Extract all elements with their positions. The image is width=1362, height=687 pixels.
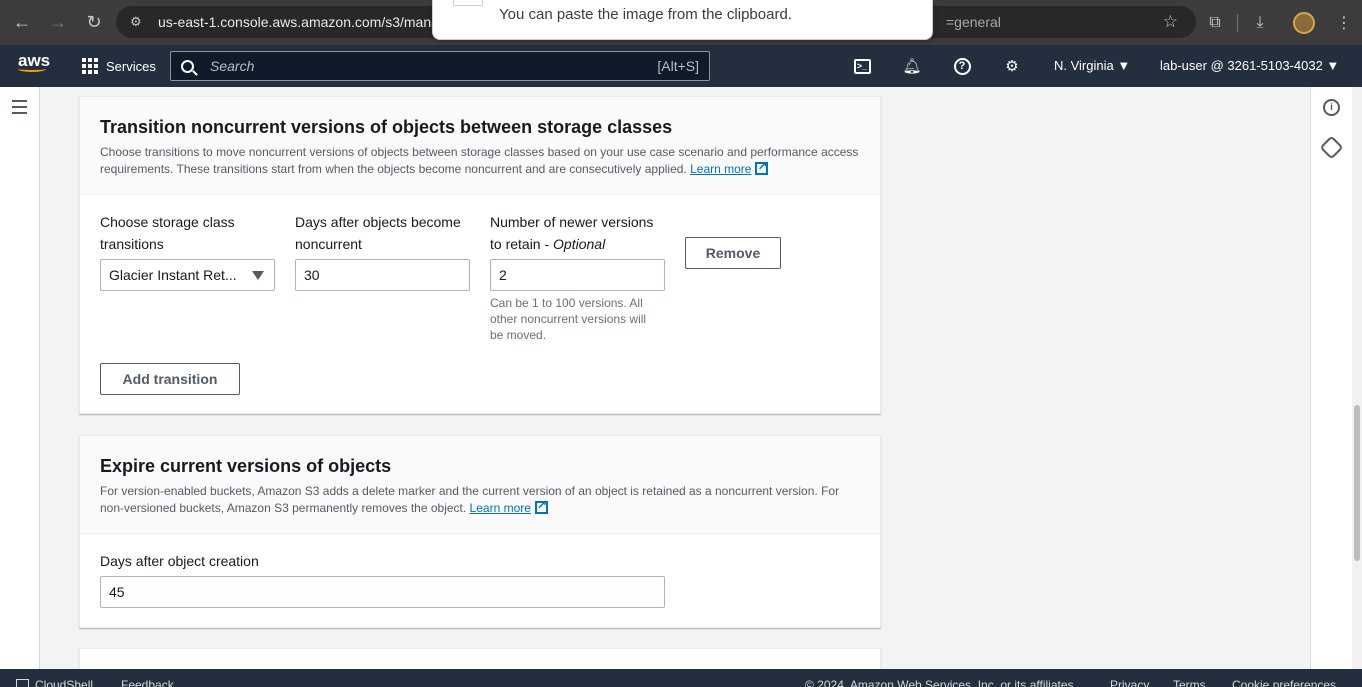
hint-line2: other noncurrent versions will: [490, 312, 647, 326]
back-icon[interactable]: ←: [4, 5, 40, 41]
expire-panel-header: Expire current versions of objects For v…: [80, 436, 880, 534]
transition-noncurrent-panel: Transition noncurrent versions of object…: [79, 96, 881, 414]
days-after-creation-value: 45: [109, 584, 125, 600]
storage-class-value: Glacier Instant Ret...: [109, 267, 237, 283]
extensions-icon[interactable]: ⧉: [1193, 14, 1237, 32]
left-nav-rail: [0, 87, 40, 669]
services-label: Services: [106, 58, 156, 74]
bookmark-star-icon[interactable]: ☆: [1163, 12, 1178, 32]
expire-description-line1: For version-enabled buckets, Amazon S3 a…: [100, 484, 840, 498]
search-input[interactable]: Search [Alt+S]: [170, 51, 710, 81]
search-icon: [181, 59, 194, 73]
external-link-icon: [755, 158, 769, 175]
toast-message: You can paste the image from the clipboa…: [499, 6, 792, 23]
expire-learn-more-link[interactable]: Learn more: [470, 501, 531, 515]
region-selector[interactable]: N. Virginia ▼: [1054, 58, 1130, 73]
privacy-link[interactable]: Privacy: [1110, 678, 1149, 687]
transition-panel-title: Transition noncurrent versions of object…: [100, 117, 673, 137]
right-tools-rail: i: [1310, 87, 1352, 669]
aws-logo[interactable]: aws: [18, 51, 51, 72]
transition-panel-description: Choose transitions to move noncurrent ve…: [100, 144, 860, 177]
aws-top-nav: aws Services Search [Alt+S] >_ 🔔︎ ? ⚙ N.…: [0, 45, 1362, 87]
account-menu[interactable]: lab-user @ 3261-5103-4032 ▼: [1160, 58, 1339, 73]
info-icon[interactable]: i: [1323, 99, 1340, 116]
storage-class-label: Choose storage class transitions: [100, 211, 235, 255]
learn-more-link[interactable]: Learn more: [690, 162, 751, 176]
settings-gear-icon[interactable]: ⚙: [1002, 56, 1022, 76]
hexagon-icon[interactable]: [1319, 135, 1344, 160]
download-icon[interactable]: ⤓: [1238, 14, 1282, 32]
hamburger-menu-icon[interactable]: [12, 100, 27, 118]
days-noncurrent-input[interactable]: 30: [295, 259, 470, 291]
clipboard-thumbnail: [453, 0, 483, 6]
storage-class-label-line2: transitions: [100, 236, 164, 252]
search-shortcut: [Alt+S]: [657, 58, 699, 74]
hint-line3: be moved.: [490, 328, 547, 342]
cookie-preferences-link[interactable]: Cookie preferences: [1232, 678, 1336, 687]
grid-icon: [82, 58, 98, 74]
days-after-creation-label: Days after object creation: [100, 553, 259, 569]
url-text: us-east-1.console.aws.amazon.com/s3/mana: [158, 14, 439, 30]
newer-versions-label-line1: Number of newer versions: [490, 214, 654, 230]
aws-logo-text: aws: [18, 51, 51, 70]
caret-down-icon: [252, 271, 264, 280]
add-transition-button[interactable]: Add transition: [100, 363, 240, 395]
newer-versions-value: 2: [499, 267, 507, 283]
cloudshell-icon[interactable]: >_: [852, 56, 872, 76]
site-info-icon[interactable]: ⚙: [130, 14, 146, 30]
expire-panel-title: Expire current versions of objects: [100, 456, 392, 476]
expire-description-line2: non-versioned buckets, Amazon S3 permane…: [100, 501, 467, 515]
expire-panel-description: For version-enabled buckets, Amazon S3 a…: [100, 483, 860, 516]
search-placeholder: Search: [210, 58, 255, 74]
storage-class-label-line1: Choose storage class: [100, 214, 235, 230]
console-footer: CloudShell Feedback © 2024, Amazon Web S…: [0, 669, 1362, 687]
days-noncurrent-label-line1: Days after objects become: [295, 214, 461, 230]
profile-avatar[interactable]: [1282, 11, 1326, 34]
cloudshell-icon: [16, 679, 29, 687]
newer-versions-input[interactable]: 2: [490, 259, 665, 291]
help-icon[interactable]: ?: [952, 56, 972, 76]
page-scrollbar[interactable]: [1352, 87, 1362, 669]
newer-versions-hint: Can be 1 to 100 versions. All other noncu…: [490, 295, 646, 343]
days-noncurrent-value: 30: [304, 267, 320, 283]
cloudshell-label: CloudShell: [35, 678, 94, 687]
copyright-text: © 2024, Amazon Web Services, Inc. or its…: [805, 678, 1077, 687]
hint-line1: Can be 1 to 100 versions. All: [490, 296, 643, 310]
storage-class-select[interactable]: Glacier Instant Ret...: [100, 259, 275, 291]
terms-link[interactable]: Terms: [1173, 678, 1206, 687]
feedback-link[interactable]: Feedback: [121, 678, 174, 687]
newer-versions-label-line2: to retain -: [490, 236, 554, 252]
newer-versions-label: Number of newer versions to retain - Opti…: [490, 211, 653, 255]
optional-label: Optional: [553, 236, 606, 252]
external-link-icon: [534, 497, 548, 514]
days-noncurrent-label: Days after objects become noncurrent: [295, 211, 461, 255]
cloudshell-footer-button[interactable]: CloudShell: [16, 678, 93, 687]
transition-panel-header: Transition noncurrent versions of object…: [80, 97, 880, 195]
url-text-tail: =general: [946, 14, 1001, 30]
remove-button[interactable]: Remove: [685, 237, 781, 269]
browser-menu-icon[interactable]: ⋮: [1326, 13, 1362, 33]
services-menu-button[interactable]: Services: [82, 58, 156, 74]
notifications-bell-icon[interactable]: 🔔︎: [902, 56, 922, 76]
reload-icon[interactable]: ↻: [76, 5, 112, 41]
expire-current-panel: Expire current versions of objects For v…: [79, 435, 881, 628]
days-after-creation-input[interactable]: 45: [100, 576, 665, 608]
forward-icon[interactable]: →: [40, 5, 76, 41]
days-noncurrent-label-line2: noncurrent: [295, 236, 362, 252]
clipboard-toast: You can paste the image from the clipboa…: [432, 0, 933, 40]
scrollbar-thumb[interactable]: [1354, 405, 1360, 561]
